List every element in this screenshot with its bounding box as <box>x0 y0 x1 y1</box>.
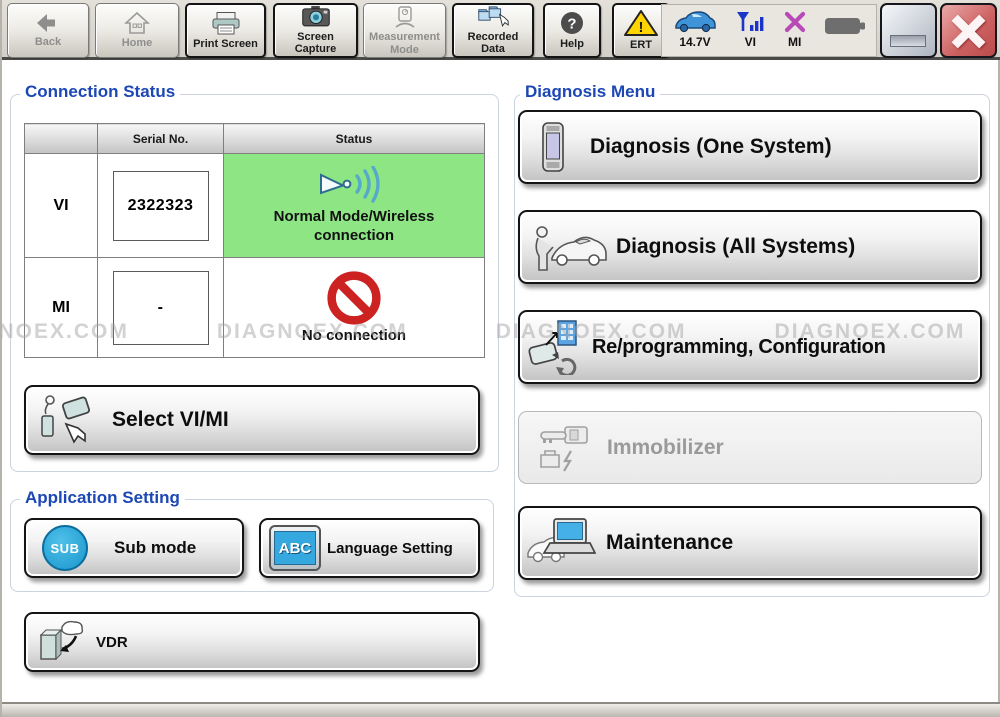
battery-icon <box>824 16 866 36</box>
wireless-icon <box>313 166 395 208</box>
vi-device-label: VI <box>25 154 98 258</box>
folders-icon <box>476 5 510 29</box>
mi-device-label: MI <box>25 258 98 358</box>
screen-capture-button[interactable]: Screen Capture <box>273 3 358 58</box>
reprogramming-configuration-button[interactable]: Re/programming, Configuration <box>518 310 982 384</box>
mi-indicator-label: MI <box>788 35 801 49</box>
mi-row: MI - No connection <box>25 258 485 358</box>
sub-mode-label: Sub mode <box>114 538 196 558</box>
help-label: Help <box>560 38 584 51</box>
application-setting-title: Application Setting <box>20 488 185 508</box>
vi-status-cell: Normal Mode/Wireless connection <box>224 154 485 258</box>
measurement-mode-button[interactable]: Measurement Mode <box>363 3 446 58</box>
select-vi-mi-button[interactable]: Select VI/MI <box>24 385 480 455</box>
recorded-data-button[interactable]: Recorded Data <box>452 3 534 58</box>
reprogramming-configuration-label: Re/programming, Configuration <box>592 336 886 359</box>
vi-row: VI 2322323 Normal Mode/Wireless connecti… <box>25 154 485 258</box>
sub-mode-icon-text: SUB <box>51 541 80 556</box>
diagnosis-one-system-label: Diagnosis (One System) <box>590 135 832 159</box>
print-screen-button[interactable]: Print Screen <box>185 3 266 58</box>
home-button[interactable]: Home <box>95 3 179 58</box>
back-label: Back <box>35 36 61 49</box>
vi-serial-value: 2322323 <box>113 171 209 241</box>
minimize-icon <box>890 35 926 47</box>
mi-status-cell: No connection <box>224 258 485 358</box>
language-setting-icon: ABC <box>269 525 321 571</box>
language-setting-button[interactable]: ABC Language Setting <box>259 518 480 578</box>
home-label: Home <box>122 37 153 50</box>
voltage-label: 14.7V <box>679 35 710 49</box>
key-engine-icon <box>535 423 591 473</box>
language-setting-icon-text: ABC <box>274 531 316 565</box>
serial-column-header: Serial No. <box>98 124 224 154</box>
reprogramming-icon <box>528 319 588 375</box>
mi-serial-value: - <box>113 271 209 345</box>
status-column-header: Status <box>224 124 485 154</box>
immobilizer-label: Immobilizer <box>607 436 724 460</box>
language-setting-label: Language Setting <box>327 540 453 557</box>
handheld-device-icon <box>540 122 566 172</box>
back-arrow-icon <box>35 12 61 34</box>
sub-mode-button[interactable]: SUB Sub mode <box>24 518 244 578</box>
status-bar <box>2 702 1000 717</box>
table-header-row: Serial No. Status <box>25 124 485 154</box>
vi-serial-cell: 2322323 <box>98 154 224 258</box>
mi-signal-indicator: MI <box>783 10 807 49</box>
close-icon <box>949 12 988 51</box>
camera-icon <box>300 5 332 29</box>
home-icon <box>124 11 150 35</box>
toolbar: Back Home Print Screen <box>2 0 1000 60</box>
no-connection-icon <box>325 269 383 327</box>
connection-status-table: Serial No. Status VI 2322323 Normal Mode… <box>24 123 485 358</box>
minimize-button[interactable] <box>880 3 937 58</box>
ert-label: ERT <box>630 39 652 52</box>
vdr-icon <box>38 619 88 665</box>
select-vi-mi-label: Select VI/MI <box>112 408 229 432</box>
vi-status-text: Normal Mode/Wireless connection <box>249 208 459 246</box>
diagnosis-menu-title: Diagnosis Menu <box>520 82 660 102</box>
car-icon <box>672 10 718 34</box>
vi-indicator-label: VI <box>745 35 756 49</box>
back-button[interactable]: Back <box>7 3 89 58</box>
print-screen-label: Print Screen <box>193 38 258 51</box>
warning-icon: ! <box>623 9 659 37</box>
mi-status-text: No connection <box>249 327 459 346</box>
mi-x-icon <box>783 10 807 34</box>
recorded-data-label: Recorded Data <box>458 31 528 56</box>
vehicle-voltage-indicator: 14.7V <box>672 10 718 49</box>
close-button[interactable] <box>940 3 997 58</box>
mechanic-car-icon <box>530 220 608 274</box>
vi-signal-indicator: VI <box>735 10 765 49</box>
vdr-button[interactable]: VDR <box>24 612 480 672</box>
maintenance-button[interactable]: Maintenance <box>518 506 982 580</box>
question-glyph: ? <box>567 16 576 33</box>
consult-app-window: Back Home Print Screen <box>0 0 1000 717</box>
diagnosis-all-systems-label: Diagnosis (All Systems) <box>616 235 855 259</box>
battery-indicator <box>824 10 866 36</box>
diagnosis-all-systems-button[interactable]: Diagnosis (All Systems) <box>518 210 982 284</box>
connection-status-title: Connection Status <box>20 82 180 102</box>
diagnosis-one-system-button[interactable]: Diagnosis (One System) <box>518 110 982 184</box>
status-indicator-panel: 14.7V VI MI <box>661 4 877 57</box>
printer-icon <box>210 11 242 36</box>
immobilizer-button[interactable]: Immobilizer <box>518 411 982 484</box>
device-column-header <box>25 124 98 154</box>
laptop-car-icon <box>526 515 596 571</box>
help-button[interactable]: ? Help <box>543 3 601 58</box>
question-icon: ? <box>559 10 585 36</box>
gauge-icon <box>392 5 418 29</box>
mi-serial-cell: - <box>98 258 224 358</box>
vdr-label: VDR <box>96 634 128 651</box>
sub-mode-icon: SUB <box>42 525 88 571</box>
signal-icon <box>735 10 765 34</box>
select-vi-mi-icon <box>36 394 100 446</box>
warning-glyph: ! <box>639 19 644 36</box>
maintenance-label: Maintenance <box>606 531 733 555</box>
screen-capture-label: Screen Capture <box>279 31 352 56</box>
measurement-mode-label: Measurement Mode <box>368 31 441 56</box>
